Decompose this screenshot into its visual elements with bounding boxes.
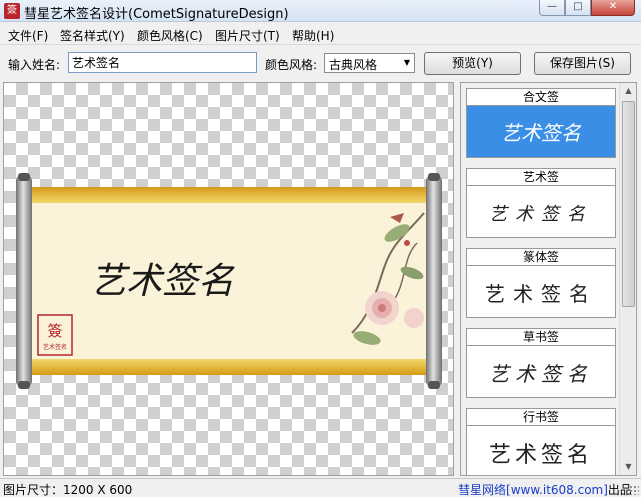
scroll-artwork: 艺术签名 簽 艺术签名 [16, 173, 442, 389]
scroll-down-icon[interactable]: ▼ [620, 459, 637, 475]
bird-figure [404, 240, 410, 246]
style-title: 篆体签 [466, 248, 616, 266]
style-thumbnail[interactable]: 艺术签名 [466, 266, 616, 318]
color-style-select[interactable]: 古典风格 ▼ [324, 53, 415, 73]
style-card-seal-script[interactable]: 篆体签 艺术签名 [466, 248, 616, 318]
style-title: 草书签 [466, 328, 616, 346]
menu-image-size[interactable]: 图片尺寸(T) [215, 27, 280, 44]
close-button[interactable]: ✕ [591, 0, 635, 16]
signature-style-panel: 合文签 艺术签名 艺术签 艺术签名 篆体签 艺术签名 草书签 艺术签名 行书签 … [460, 82, 637, 476]
svg-text:艺术签名: 艺术签名 [485, 282, 597, 306]
menu-signature-style[interactable]: 签名样式(Y) [60, 27, 125, 44]
color-style-label: 颜色风格: [265, 58, 318, 72]
style-thumbnail[interactable]: 艺术签名 [466, 186, 616, 238]
svg-text:簽: 簽 [47, 322, 62, 340]
maximize-icon: □ [573, 1, 583, 12]
svg-text:艺术签名: 艺术签名 [489, 204, 593, 225]
save-image-button[interactable]: 保存图片(S) [534, 52, 631, 75]
style-panel-scrollbar[interactable]: ▲ ▼ [619, 83, 636, 475]
color-style-value: 古典风格 [329, 58, 378, 72]
app-logo-icon: 簽 [4, 3, 20, 19]
scrollbar-thumb[interactable] [622, 101, 635, 307]
style-card-art[interactable]: 艺术签 艺术签名 [466, 168, 616, 238]
publisher-url: [www.it608.com] [506, 483, 608, 497]
seal-stamp: 簽 艺术签名 [37, 314, 73, 356]
svg-text:艺术签名: 艺术签名 [501, 121, 582, 145]
name-input[interactable] [68, 52, 257, 73]
publisher-link[interactable]: 彗星网络[www.it608.com]出品 [458, 481, 632, 497]
menu-color-style[interactable]: 颜色风格(C) [137, 27, 203, 44]
title-bar: 簽 彗星艺术签名设计(CometSignatureDesign) — □ ✕ [0, 0, 641, 22]
svg-text:艺术签名: 艺术签名 [43, 343, 67, 351]
resize-grip-icon[interactable] [629, 485, 639, 495]
style-title: 合文签 [466, 88, 616, 106]
image-size-status: 图片尺寸：1200 X 600 [3, 483, 133, 497]
maximize-button[interactable]: □ [565, 0, 591, 16]
svg-text:艺术签名: 艺术签名 [489, 443, 593, 468]
window-title: 彗星艺术签名设计(CometSignatureDesign) [24, 7, 289, 22]
close-icon: ✕ [608, 1, 618, 12]
style-thumbnail[interactable]: 艺术签名 [466, 426, 616, 475]
status-bar: 图片尺寸：1200 X 600 彗星网络[www.it608.com]出品 [0, 478, 641, 497]
left-roller [16, 175, 32, 387]
chevron-down-icon: ▼ [403, 58, 410, 67]
scroll-up-icon[interactable]: ▲ [620, 83, 637, 99]
menu-bar: 文件(F) 签名样式(Y) 颜色风格(C) 图片尺寸(T) 帮助(H) [0, 23, 641, 45]
style-title: 行书签 [466, 408, 616, 426]
style-title: 艺术签 [466, 168, 616, 186]
minimize-button[interactable]: — [539, 0, 565, 16]
name-label: 输入姓名: [8, 58, 61, 72]
menu-file[interactable]: 文件(F) [8, 27, 48, 44]
minimize-icon: — [547, 1, 557, 12]
style-thumbnail[interactable]: 艺术签名 [466, 106, 616, 158]
preview-button[interactable]: 预览(Y) [424, 52, 521, 75]
style-card-hewen[interactable]: 合文签 艺术签名 [466, 88, 616, 158]
right-roller [426, 175, 442, 387]
signature-text: 艺术签名 [90, 261, 235, 302]
style-card-running-script[interactable]: 行书签 艺术签名 [466, 408, 616, 475]
preview-canvas: 艺术签名 簽 艺术签名 [3, 82, 454, 476]
publisher-name: 彗星网络 [458, 483, 507, 497]
svg-text:艺术签名: 艺术签名 [489, 362, 593, 386]
style-thumbnail[interactable]: 艺术签名 [466, 346, 616, 398]
menu-help[interactable]: 帮助(H) [292, 27, 334, 44]
style-card-cursive[interactable]: 草书签 艺术签名 [466, 328, 616, 398]
toolbar: 输入姓名: 颜色风格: 古典风格 ▼ 预览(Y) 保存图片(S) [0, 46, 641, 80]
